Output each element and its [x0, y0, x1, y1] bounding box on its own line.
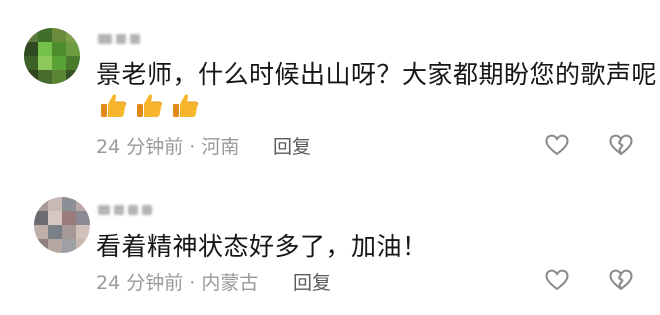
- emoji-row: [98, 90, 200, 120]
- username-blurred[interactable]: [98, 30, 140, 48]
- comment-time: 24 分钟前: [96, 272, 184, 294]
- comment-text: 景老师，什么时候出山呀？大家都期盼您的歌声呢: [96, 60, 658, 89]
- avatar[interactable]: [34, 197, 90, 253]
- comment-item: 看着精神状态好多了，加油！ 24 分钟前 · 内蒙古 回复: [0, 185, 660, 315]
- broken-heart-icon[interactable]: [608, 132, 634, 158]
- thumbs-up-emoji-icon: [137, 94, 163, 117]
- meta-separator: ·: [183, 136, 202, 158]
- broken-heart-icon[interactable]: [608, 267, 634, 293]
- meta-separator: ·: [183, 272, 202, 294]
- username-blurred[interactable]: [98, 201, 152, 219]
- thumbs-up-emoji-icon: [101, 94, 127, 117]
- comment-meta: 24 分钟前 · 河南: [96, 132, 239, 159]
- comment-location: 河南: [201, 136, 240, 158]
- comment-location: 内蒙古: [201, 272, 259, 294]
- comment-time: 24 分钟前: [96, 136, 184, 158]
- avatar[interactable]: [24, 28, 80, 84]
- comment-meta: 24 分钟前 · 内蒙古: [96, 268, 258, 295]
- thumbs-up-emoji-icon: [173, 94, 199, 117]
- heart-icon[interactable]: [544, 132, 570, 158]
- heart-icon[interactable]: [544, 267, 570, 293]
- reply-button[interactable]: 回复: [293, 268, 331, 295]
- comment-item: 景老师，什么时候出山呀？大家都期盼您的歌声呢 24 分钟前 · 河南 回复: [0, 0, 660, 175]
- comment-text: 看着精神状态好多了，加油！: [96, 232, 428, 261]
- reply-button[interactable]: 回复: [273, 132, 311, 159]
